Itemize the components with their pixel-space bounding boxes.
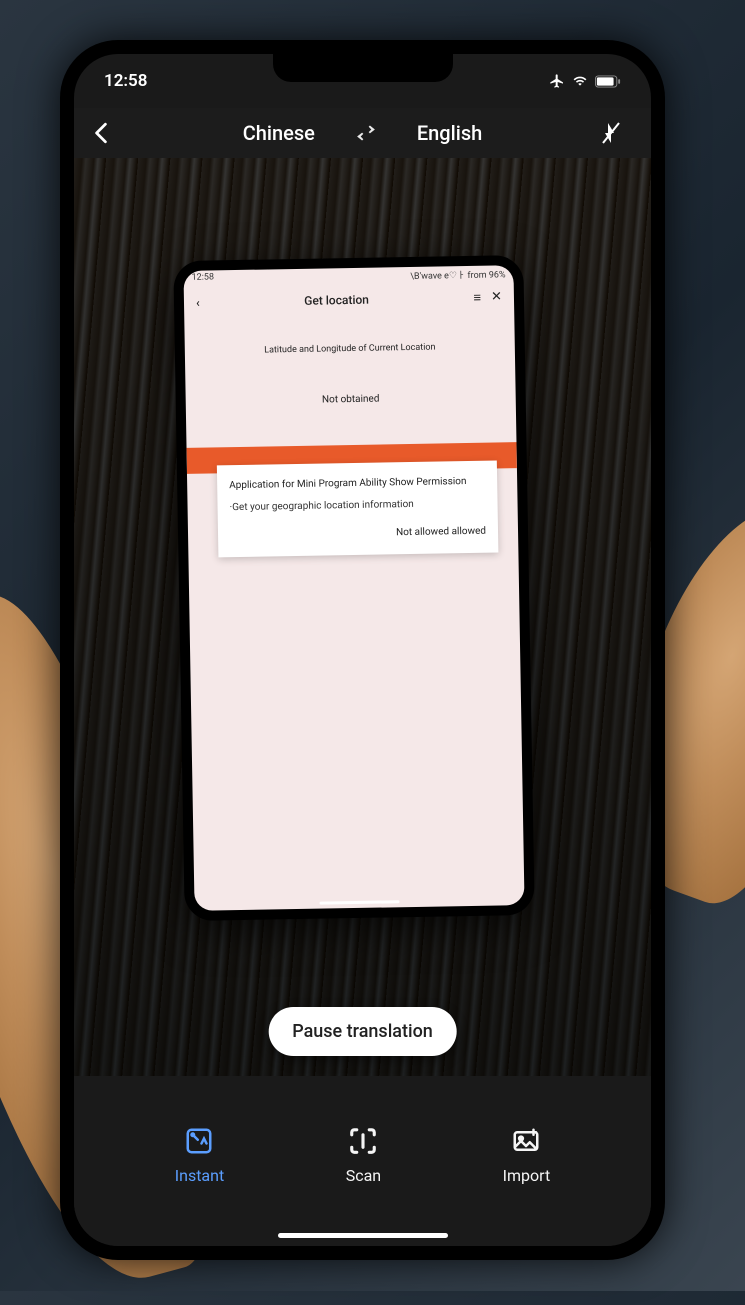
tab-import[interactable]: Import [503, 1124, 551, 1185]
wifi-icon [571, 74, 589, 88]
scan-icon [346, 1124, 380, 1158]
inner-permission-dialog: Application for Mini Program Ability Sho… [217, 460, 499, 557]
bottom-tab-bar: Instant Scan Import [74, 1106, 651, 1246]
outer-screen: 12:58 Chinese [74, 54, 651, 1246]
inner-dialog-description: ·Get your geographic location informatio… [229, 497, 485, 515]
inner-text-latitude: Latitude and Longitude of Current Locati… [205, 342, 495, 357]
target-language[interactable]: English [417, 121, 482, 145]
tab-instant-label: Instant [175, 1166, 224, 1185]
tab-scan-label: Scan [346, 1166, 381, 1185]
inner-phone-screen: 12:58 \B'wave e♡ㅏ from 96% ‹ Get locatio… [183, 265, 524, 911]
language-selector-group: Chinese English [124, 121, 601, 145]
tab-instant[interactable]: Instant [175, 1124, 224, 1185]
airplane-icon [549, 73, 565, 89]
inner-home-indicator [319, 900, 399, 904]
inner-status-time: 12:58 [191, 272, 214, 286]
instant-icon [182, 1124, 216, 1158]
inner-text-status: Not obtained [206, 391, 496, 407]
swap-languages-icon[interactable] [355, 125, 377, 141]
inner-phone-frame: 12:58 \B'wave e♡ㅏ from 96% ‹ Get locatio… [173, 255, 534, 921]
outer-phone-frame: 12:58 Chinese [60, 40, 665, 1260]
inner-status-right: \B'wave e♡ㅏ from 96% [410, 267, 505, 283]
home-indicator[interactable] [278, 1233, 448, 1238]
camera-viewfinder: 12:58 \B'wave e♡ㅏ from 96% ‹ Get locatio… [74, 158, 651, 1076]
status-icons [549, 73, 621, 89]
language-header: Chinese English [74, 108, 651, 158]
tab-scan[interactable]: Scan [346, 1124, 381, 1185]
inner-header-actions: ≡ ✕ [473, 289, 502, 305]
flash-button[interactable] [601, 121, 631, 145]
inner-dialog-actions: Not allowed allowed [230, 525, 486, 543]
inner-dialog-title: Application for Mini Program Ability Sho… [229, 475, 485, 493]
source-language[interactable]: Chinese [243, 121, 315, 145]
tab-import-label: Import [503, 1166, 551, 1185]
battery-icon [595, 75, 621, 88]
pause-translation-button[interactable]: Pause translation [268, 1007, 457, 1056]
import-icon [509, 1124, 543, 1158]
status-time: 12:58 [104, 71, 147, 91]
inner-page-title: Get location [200, 291, 474, 310]
back-button[interactable] [94, 122, 124, 144]
inner-close-icon: ✕ [491, 289, 502, 305]
notch [273, 54, 453, 82]
inner-menu-icon: ≡ [473, 290, 481, 306]
